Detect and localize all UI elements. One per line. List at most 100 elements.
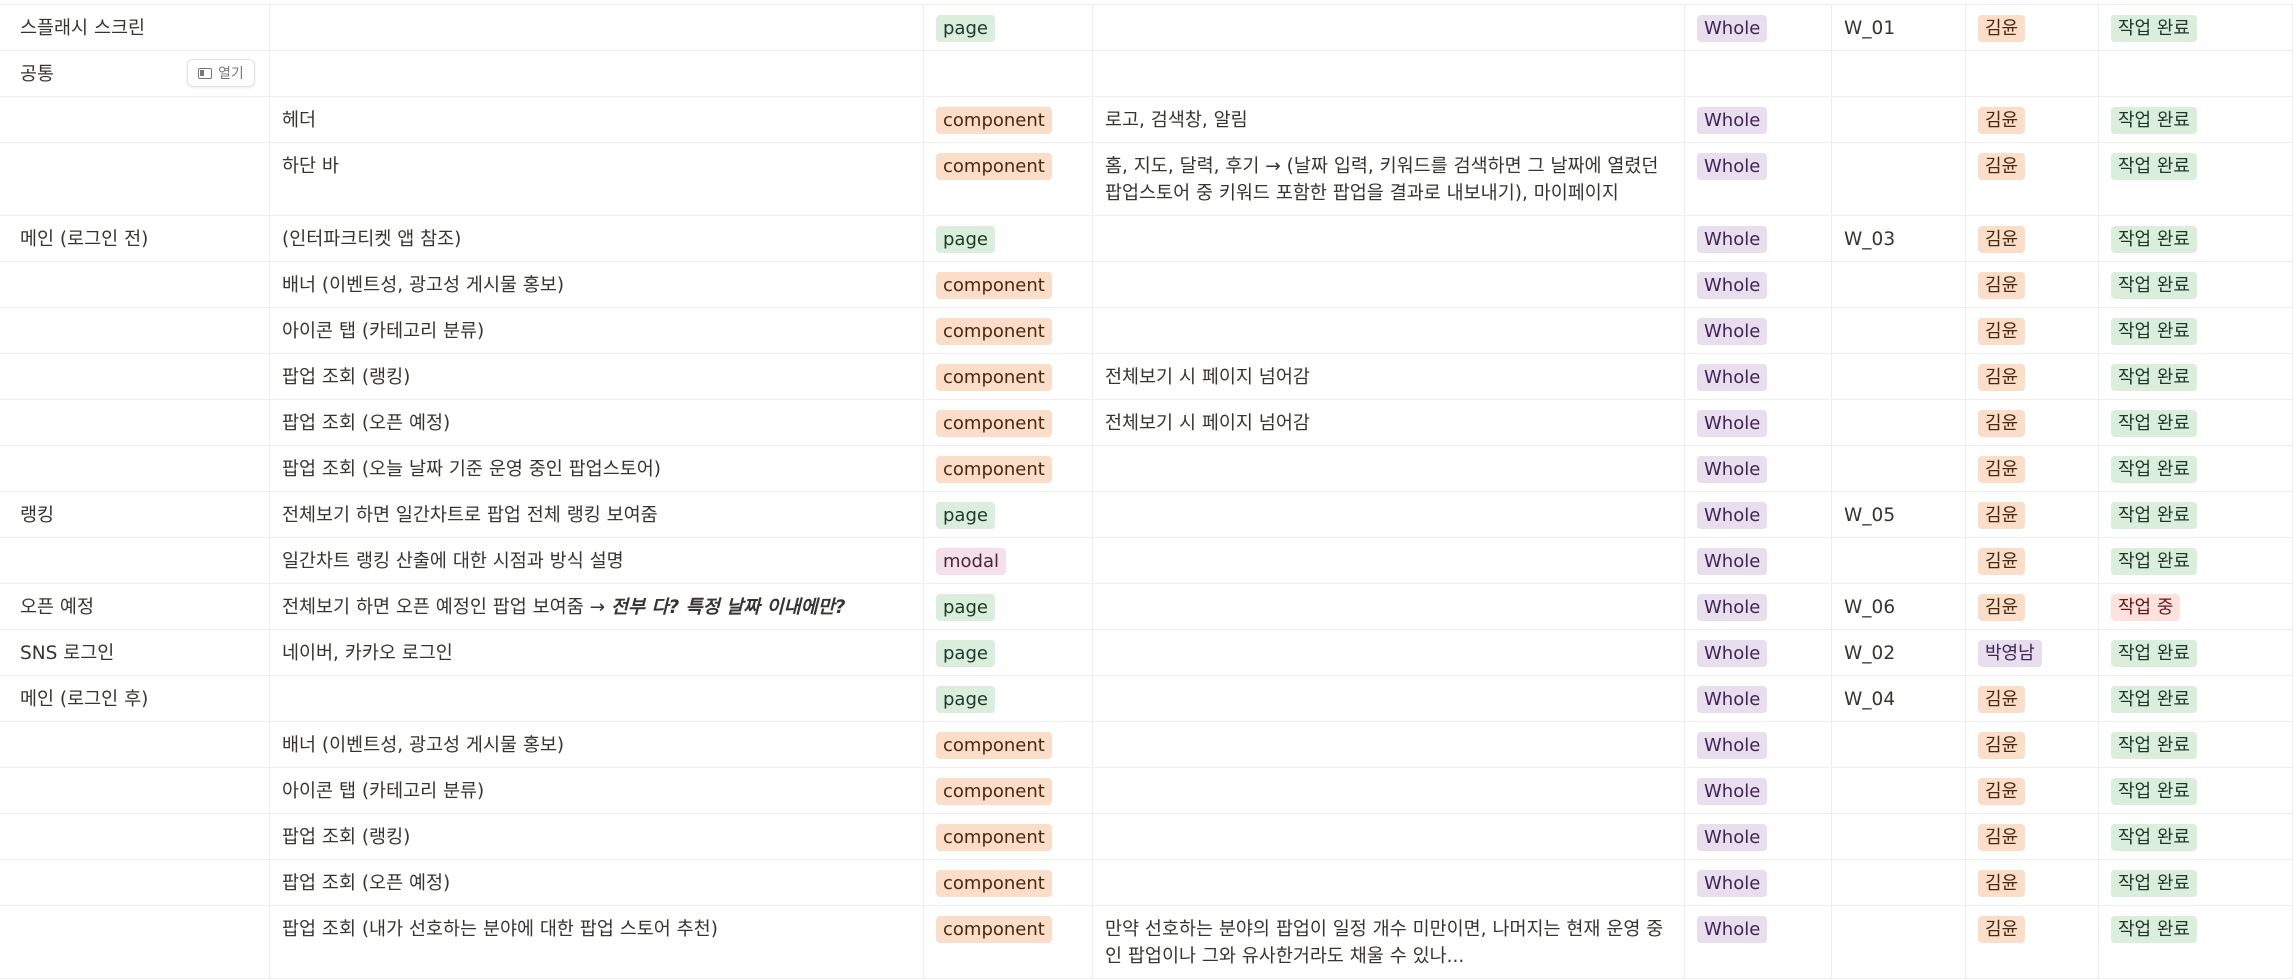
description-cell[interactable] — [1093, 584, 1685, 629]
scope-cell[interactable]: Whole — [1685, 584, 1832, 629]
table-row[interactable]: 메인 (로그인 전) (인터파크티켓 앱 참조) page Whole W_03 김윤 작업… — [0, 216, 2293, 262]
open-page-button[interactable]: 열기 — [187, 59, 255, 87]
scope-cell[interactable]: Whole — [1685, 308, 1832, 353]
table-row[interactable]: 메인 (로그인 후) page Whole W_04 김윤 작업 완료 — [0, 676, 2293, 722]
scope-cell[interactable]: Whole — [1685, 906, 1832, 978]
id-cell[interactable] — [1832, 860, 1966, 905]
owner-cell[interactable]: 김윤 — [1966, 143, 2099, 215]
id-cell[interactable] — [1832, 768, 1966, 813]
table-row[interactable]: 팝업 조회 (내가 선호하는 분야에 대한 팝업 스토어 추천) componen… — [0, 906, 2293, 979]
owner-cell[interactable]: 김윤 — [1966, 860, 2099, 905]
owner-cell[interactable]: 김윤 — [1966, 262, 2099, 307]
table-row[interactable]: SNS 로그인 네이버, 카카오 로그인 page Whole W_02 박영남 작업 완료 — [0, 630, 2293, 676]
description-cell[interactable]: 홈, 지도, 달력, 후기 → (날짜 입력, 키워드를 검색하면 그 날짜에 … — [1093, 143, 1685, 215]
table-row[interactable]: 하단 바 component 홈, 지도, 달력, 후기 → (날짜 입력, 키워드… — [0, 143, 2293, 216]
scope-cell[interactable]: Whole — [1685, 492, 1832, 537]
owner-cell[interactable]: 김윤 — [1966, 492, 2099, 537]
feature-cell[interactable]: 팝업 조회 (내가 선호하는 분야에 대한 팝업 스토어 추천) — [270, 906, 924, 978]
id-cell[interactable] — [1832, 722, 1966, 767]
type-cell[interactable]: component — [924, 143, 1093, 215]
feature-cell[interactable]: 네이버, 카카오 로그인 — [270, 630, 924, 675]
id-cell[interactable] — [1832, 143, 1966, 215]
feature-cell[interactable]: 팝업 조회 (랭킹) — [270, 814, 924, 859]
description-cell[interactable]: 전체보기 시 페이지 넘어감 — [1093, 400, 1685, 445]
id-cell[interactable] — [1832, 400, 1966, 445]
status-cell[interactable]: 작업 완료 — [2099, 97, 2293, 142]
name-cell[interactable] — [0, 906, 270, 978]
table-row[interactable]: 랭킹 전체보기 하면 일간차트로 팝업 전체 랭킹 보여줌 page Whole W_0… — [0, 492, 2293, 538]
owner-cell[interactable]: 김윤 — [1966, 216, 2099, 261]
feature-cell[interactable]: 전체보기 하면 오픈 예정인 팝업 보여줌 → 전부 다? 특정 날짜 이내에만… — [270, 584, 924, 629]
scope-cell[interactable]: Whole — [1685, 5, 1832, 50]
owner-cell[interactable]: 김윤 — [1966, 584, 2099, 629]
id-cell[interactable] — [1832, 308, 1966, 353]
owner-cell[interactable]: 김윤 — [1966, 814, 2099, 859]
description-cell[interactable]: 로고, 검색창, 알림 — [1093, 97, 1685, 142]
feature-cell[interactable]: 팝업 조회 (오픈 예정) — [270, 400, 924, 445]
name-cell[interactable]: SNS 로그인 — [0, 630, 270, 675]
id-cell[interactable] — [1832, 446, 1966, 491]
description-cell[interactable] — [1093, 308, 1685, 353]
name-cell[interactable] — [0, 308, 270, 353]
description-cell[interactable]: 만약 선호하는 분야의 팝업이 일정 개수 미만이면, 나머지는 현재 운영 중… — [1093, 906, 1685, 978]
description-cell[interactable] — [1093, 446, 1685, 491]
owner-cell[interactable]: 김윤 — [1966, 906, 2099, 978]
feature-cell[interactable] — [270, 5, 924, 50]
name-cell[interactable]: 메인 (로그인 전) — [0, 216, 270, 261]
table-row[interactable]: 팝업 조회 (오늘 날짜 기준 운영 중인 팝업스토어) component Who… — [0, 446, 2293, 492]
owner-cell[interactable]: 김윤 — [1966, 722, 2099, 767]
name-cell[interactable] — [0, 538, 270, 583]
status-cell[interactable]: 작업 완료 — [2099, 492, 2293, 537]
name-cell[interactable] — [0, 814, 270, 859]
owner-cell[interactable]: 김윤 — [1966, 400, 2099, 445]
name-cell[interactable] — [0, 97, 270, 142]
name-cell[interactable] — [0, 143, 270, 215]
owner-cell[interactable]: 박영남 — [1966, 630, 2099, 675]
type-cell[interactable]: page — [924, 676, 1093, 721]
feature-cell[interactable]: 아이콘 탭 (카테고리 분류) — [270, 308, 924, 353]
table-row[interactable]: 아이콘 탭 (카테고리 분류) component Whole 김윤 작업 완료 — [0, 768, 2293, 814]
owner-cell[interactable]: 김윤 — [1966, 5, 2099, 50]
type-cell[interactable]: component — [924, 860, 1093, 905]
id-cell[interactable] — [1832, 51, 1966, 96]
type-cell[interactable]: component — [924, 262, 1093, 307]
scope-cell[interactable]: Whole — [1685, 216, 1832, 261]
status-cell[interactable] — [2099, 51, 2293, 96]
status-cell[interactable]: 작업 완료 — [2099, 5, 2293, 50]
feature-cell[interactable] — [270, 51, 924, 96]
name-cell[interactable] — [0, 446, 270, 491]
id-cell[interactable] — [1832, 814, 1966, 859]
type-cell[interactable] — [924, 51, 1093, 96]
scope-cell[interactable]: Whole — [1685, 768, 1832, 813]
table-row[interactable]: 일간차트 랭킹 산출에 대한 시점과 방식 설명 modal Whole 김윤 작업 완… — [0, 538, 2293, 584]
owner-cell[interactable]: 김윤 — [1966, 768, 2099, 813]
feature-cell[interactable]: 팝업 조회 (랭킹) — [270, 354, 924, 399]
name-cell[interactable]: 스플래시 스크린 — [0, 5, 270, 50]
table-row[interactable]: 팝업 조회 (오픈 예정) component Whole 김윤 작업 완료 — [0, 860, 2293, 906]
scope-cell[interactable]: Whole — [1685, 676, 1832, 721]
type-cell[interactable]: modal — [924, 538, 1093, 583]
id-cell[interactable] — [1832, 97, 1966, 142]
table-row[interactable]: 헤더 component 로고, 검색창, 알림 Whole 김윤 작업 완료 — [0, 97, 2293, 143]
table-row[interactable]: 팝업 조회 (랭킹) component 전체보기 시 페이지 넘어감 Whole 김윤… — [0, 354, 2293, 400]
scope-cell[interactable] — [1685, 51, 1832, 96]
feature-cell[interactable]: (인터파크티켓 앱 참조) — [270, 216, 924, 261]
status-cell[interactable]: 작업 완료 — [2099, 768, 2293, 813]
id-cell[interactable] — [1832, 538, 1966, 583]
scope-cell[interactable]: Whole — [1685, 262, 1832, 307]
status-cell[interactable]: 작업 완료 — [2099, 446, 2293, 491]
description-cell[interactable] — [1093, 768, 1685, 813]
id-cell[interactable]: W_05 — [1832, 492, 1966, 537]
owner-cell[interactable]: 김윤 — [1966, 97, 2099, 142]
id-cell[interactable]: W_02 — [1832, 630, 1966, 675]
table-row[interactable]: 아이콘 탭 (카테고리 분류) component Whole 김윤 작업 완료 — [0, 308, 2293, 354]
name-cell[interactable] — [0, 860, 270, 905]
description-cell[interactable] — [1093, 860, 1685, 905]
type-cell[interactable]: component — [924, 308, 1093, 353]
type-cell[interactable]: page — [924, 5, 1093, 50]
feature-cell[interactable]: 전체보기 하면 일간차트로 팝업 전체 랭킹 보여줌 — [270, 492, 924, 537]
scope-cell[interactable]: Whole — [1685, 814, 1832, 859]
type-cell[interactable]: component — [924, 354, 1093, 399]
scope-cell[interactable]: Whole — [1685, 354, 1832, 399]
scope-cell[interactable]: Whole — [1685, 143, 1832, 215]
